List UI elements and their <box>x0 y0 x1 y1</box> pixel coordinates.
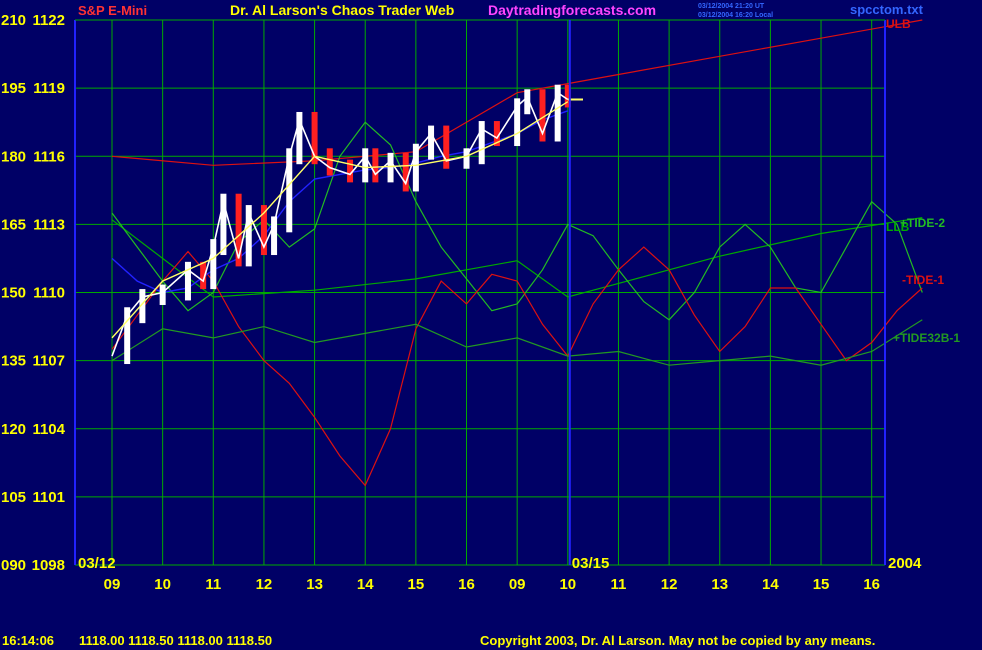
date-label-mid: 03/15 <box>572 555 610 572</box>
x-tick-label: 14 <box>762 576 779 593</box>
index-tick-label: 090 <box>1 557 26 574</box>
index-tick-label: 150 <box>1 285 26 302</box>
series-label: +TIDE-2 <box>900 216 945 230</box>
date-label-start: 03/12 <box>78 555 116 572</box>
chart-background <box>0 0 982 650</box>
price-bar <box>387 152 394 183</box>
price-bar <box>428 125 435 160</box>
index-tick-label: 210 <box>1 12 26 29</box>
index-tick-label: 180 <box>1 148 26 165</box>
price-tick-label: 1104 <box>32 421 65 438</box>
x-tick-label: 16 <box>863 576 880 593</box>
price-tick-label: 1116 <box>33 148 65 165</box>
index-tick-label: 165 <box>1 216 26 233</box>
x-tick-label: 13 <box>306 576 323 593</box>
x-tick-label: 11 <box>205 576 221 593</box>
index-tick-label: 195 <box>1 80 26 97</box>
price-bar <box>372 148 379 183</box>
price-bar <box>402 152 409 192</box>
series-label: -TIDE-1 <box>902 273 944 287</box>
series-label: +TIDE32B-1 <box>893 331 960 345</box>
footer-clock: 16:14:06 <box>2 633 54 648</box>
timestamp-local: 03/12/2004 16:20 Local <box>698 12 773 19</box>
price-tick-label: 1110 <box>33 285 65 302</box>
x-tick-label: 09 <box>104 576 121 593</box>
price-bar <box>326 148 333 176</box>
x-tick-label: 12 <box>256 576 273 593</box>
x-tick-label: 10 <box>154 576 171 593</box>
price-bar <box>159 284 166 305</box>
chart-title: Dr. Al Larson's Chaos Trader Web <box>230 2 454 18</box>
x-tick-label: 16 <box>458 576 475 593</box>
x-tick-label: 10 <box>559 576 576 593</box>
price-bar <box>184 261 191 301</box>
timestamp-ut: 03/12/2004 21:20 UT <box>698 3 765 10</box>
filename-label: spcctom.txt <box>850 2 924 17</box>
price-bar <box>443 125 450 169</box>
index-tick-label: 135 <box>1 353 26 370</box>
x-tick-label: 11 <box>611 576 627 593</box>
date-label-year: 2004 <box>888 555 922 572</box>
price-tick-label: 1119 <box>33 80 65 97</box>
series-label: ULB <box>886 17 911 31</box>
instrument-label: S&P E-Mini <box>78 3 147 18</box>
price-bar <box>478 121 485 165</box>
price-tick-label: 1122 <box>32 12 65 29</box>
price-bar <box>286 148 293 233</box>
footer-copyright: Copyright 2003, Dr. Al Larson. May not b… <box>480 633 875 648</box>
x-tick-label: 15 <box>813 576 830 593</box>
x-tick-label: 14 <box>357 576 374 593</box>
price-tick-label: 1107 <box>32 353 65 370</box>
index-tick-label: 105 <box>1 489 26 506</box>
footer-quote: 1118.00 1118.50 1118.00 1118.50 <box>79 633 272 648</box>
price-tick-label: 1098 <box>32 557 65 574</box>
x-tick-label: 09 <box>509 576 526 593</box>
index-tick-label: 120 <box>1 421 26 438</box>
x-tick-label: 13 <box>711 576 728 593</box>
x-tick-label: 12 <box>661 576 678 593</box>
price-tick-label: 1113 <box>33 216 65 233</box>
x-tick-label: 15 <box>408 576 425 593</box>
price-tick-label: 1101 <box>32 489 65 506</box>
price-bar <box>362 148 369 183</box>
site-label: Daytradingforecasts.com <box>488 2 656 18</box>
chart-canvas: 1122210111919511161801113165111015011071… <box>0 0 982 650</box>
